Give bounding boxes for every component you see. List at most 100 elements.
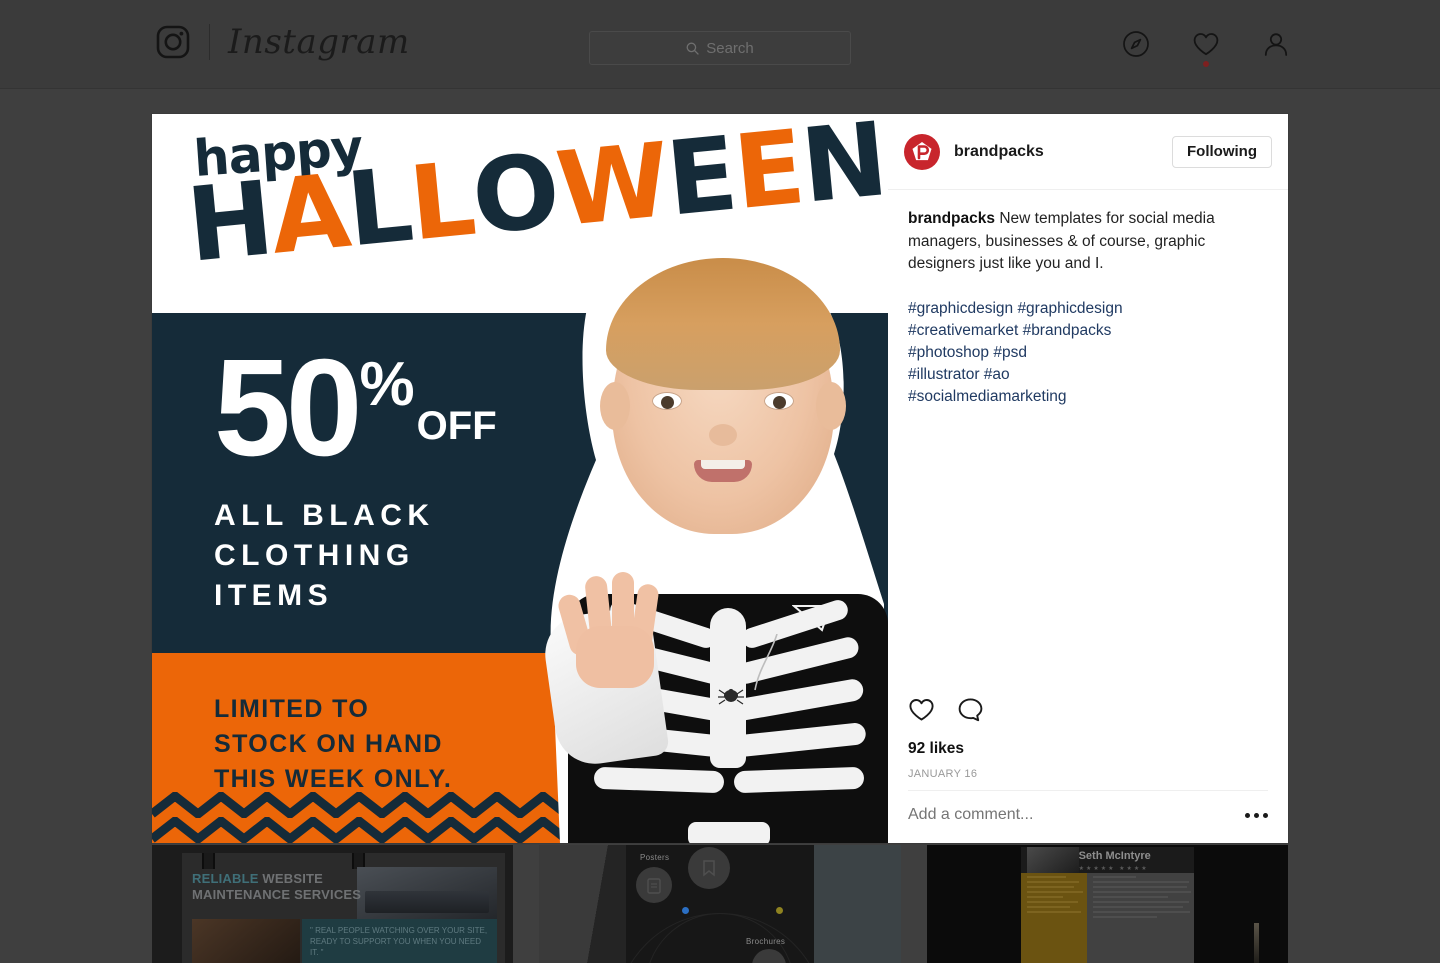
avatar[interactable]: [904, 133, 940, 170]
discount-percent-sign: %: [359, 350, 415, 419]
nav-divider: [209, 24, 210, 60]
limited-line-1: LIMITED TO: [214, 695, 370, 723]
limited-line-2: STOCK ON HAND: [214, 730, 443, 758]
offer-subject-line-1: ALL BLACK: [214, 499, 435, 532]
post-header: brandpacks Following: [888, 114, 1288, 190]
child-hand: [555, 564, 666, 688]
title-letter: W: [551, 121, 674, 251]
pupil: [661, 396, 674, 409]
brandpacks-logo-icon: [912, 141, 932, 160]
title-letter: L: [404, 139, 479, 265]
explore-compass-icon[interactable]: [1122, 30, 1150, 58]
title-letter: E: [728, 114, 808, 234]
hashtag-line[interactable]: #graphicdesign #graphicdesign: [908, 298, 1268, 320]
flyer-quote: " REAL PEOPLE WATCHING OVER YOUR SITE, R…: [310, 926, 488, 957]
flyer-sheet: RELIABLE WEBSITE MAINTENANCE SERVICES " …: [182, 853, 506, 963]
rib-bone: [733, 766, 865, 794]
nav-branding[interactable]: Instagram: [155, 24, 410, 60]
title-letter: O: [467, 131, 563, 259]
post-caption: brandpacks New templates for social medi…: [908, 208, 1268, 276]
top-navigation-bar: Instagram Search: [0, 0, 1440, 89]
offer-subject-line-3: ITEMS: [214, 579, 334, 612]
hashtag-line[interactable]: #photoshop #psd: [908, 342, 1268, 364]
eye: [764, 392, 794, 410]
instagram-camera-icon[interactable]: [155, 24, 191, 60]
headline-line2: MAINTENANCE SERVICES: [192, 887, 362, 902]
pupil: [773, 396, 786, 409]
divider: [908, 790, 1268, 791]
resume-sidebar: [1020, 873, 1087, 963]
search-input[interactable]: Search: [589, 31, 851, 65]
discount-off-label: OFF: [416, 404, 497, 448]
rib-bone: [729, 721, 867, 759]
rib-bone: [593, 766, 725, 794]
limited-offer-block: LIMITED TO STOCK ON HAND THIS WEEK ONLY.: [214, 692, 452, 797]
like-count[interactable]: 92 likes: [908, 740, 964, 758]
ear: [816, 382, 846, 430]
flyer-headline: RELIABLE WEBSITE MAINTENANCE SERVICES: [192, 871, 392, 903]
more-horizontal-icon[interactable]: [1245, 812, 1268, 818]
notepad-icon: [636, 867, 673, 903]
background-post-grid: RELIABLE WEBSITE MAINTENANCE SERVICES " …: [152, 845, 1288, 963]
olive-dot: [776, 907, 784, 914]
binder-clip-icon: [202, 853, 215, 869]
post-action-bar: [908, 696, 984, 723]
bookmark-icon: [688, 847, 731, 889]
quote-band: " REAL PEOPLE WATCHING OVER YOUR SITE, R…: [302, 919, 498, 963]
hashtag-line[interactable]: #illustrator #ao: [908, 364, 1268, 386]
post-date: JANUARY 16: [908, 768, 978, 780]
title-letter: E: [661, 114, 741, 240]
radar-ring: [614, 913, 825, 963]
background-tile-poster-board[interactable]: Posters Brochures: [539, 845, 901, 963]
mouth: [694, 460, 752, 482]
like-heart-icon[interactable]: [908, 696, 935, 723]
comment-row: [908, 795, 1268, 835]
instagram-wordmark[interactable]: Instagram: [228, 24, 410, 60]
background-tile-resume[interactable]: Seth McIntyre ★★★★★ ★★★★: [926, 845, 1288, 963]
title-letter: A: [265, 151, 354, 278]
desk-photo: [192, 919, 300, 963]
post-author-username[interactable]: brandpacks: [954, 143, 1044, 161]
hashtag-line[interactable]: #socialmediamarketing: [908, 386, 1268, 408]
posters-label: Posters: [640, 853, 670, 862]
headline-accent: RELIABLE: [192, 871, 259, 886]
page-root: RELIABLE WEBSITE MAINTENANCE SERVICES " …: [0, 0, 1440, 963]
caption-area: brandpacks New templates for social medi…: [888, 190, 1288, 408]
nav-icon-group: [1122, 30, 1290, 67]
offer-subject-line-2: CLOTHING: [214, 539, 415, 572]
pelvis-bone: [688, 822, 770, 843]
search-placeholder-text: Search: [706, 39, 754, 57]
resume-name: Seth McIntyre: [1078, 850, 1151, 862]
activity-heart-icon[interactable]: [1192, 30, 1220, 67]
title-letter: H: [182, 159, 277, 286]
resume-portrait: [1026, 847, 1079, 873]
add-comment-input[interactable]: [908, 806, 1196, 824]
palm: [576, 626, 654, 688]
teeth: [701, 460, 745, 469]
comment-bubble-icon[interactable]: [957, 696, 984, 723]
resume-stars: ★★★★★ ★★★★: [1078, 866, 1149, 872]
eye: [652, 392, 682, 410]
following-button[interactable]: Following: [1172, 135, 1272, 168]
background-tile-website-maintenance[interactable]: RELIABLE WEBSITE MAINTENANCE SERVICES " …: [152, 845, 514, 963]
pencil-prop: [1254, 923, 1260, 963]
hashtag-line[interactable]: #creativemarket #brandpacks: [908, 320, 1268, 342]
ear: [600, 382, 630, 430]
caption-author-name[interactable]: brandpacks: [908, 210, 995, 227]
offer-block: 50 % OFF ALL BLACK CLOTHING ITEMS: [214, 331, 497, 616]
discount-number: 50: [214, 331, 362, 485]
blue-dot: [682, 907, 690, 914]
brochures-label: Brochures: [746, 937, 786, 946]
toddler-cutout-photo: [540, 258, 888, 843]
spider-web-icon: [792, 605, 832, 632]
post-info-panel: brandpacks Following brandpacks New temp…: [888, 114, 1288, 843]
headline-rest: WEBSITE: [262, 871, 324, 886]
post-media-image[interactable]: happy HALLOWEEN 50 % OFF ALL BLACK CLOTH…: [152, 114, 888, 843]
post-detail-modal: happy HALLOWEEN 50 % OFF ALL BLACK CLOTH…: [152, 114, 1288, 843]
title-letter: N: [796, 114, 888, 227]
title-letter: L: [341, 145, 416, 271]
profile-person-icon[interactable]: [1262, 30, 1290, 58]
notification-badge-dot: [1203, 61, 1209, 67]
spider-icon: [718, 688, 744, 705]
resume-sheet: Seth McIntyre ★★★★★ ★★★★: [1020, 847, 1195, 963]
